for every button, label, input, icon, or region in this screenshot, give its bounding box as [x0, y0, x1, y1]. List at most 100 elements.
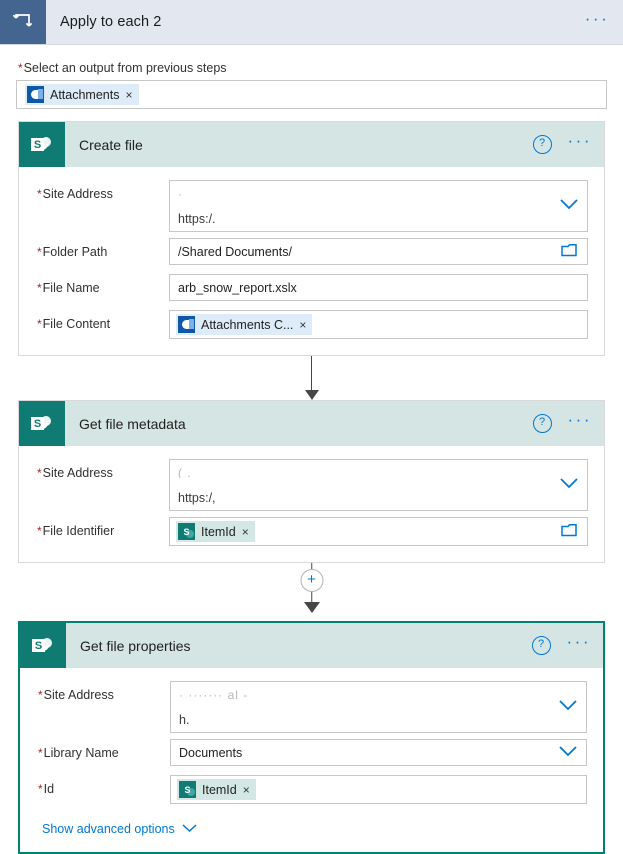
action-card-get-file-metadata[interactable]: S Get file metadata ? ··· *Site Address … [18, 400, 605, 563]
field-row-file-name: *File Name arb_snow_report.xslx [19, 271, 604, 307]
action-card-get-file-properties[interactable]: S Get file properties ? ··· *Site Addres… [18, 621, 605, 854]
add-step-button[interactable]: + [300, 569, 323, 592]
field-value: arb_snow_report.xslx [178, 280, 297, 295]
required-asterisk: * [37, 317, 42, 331]
site-address-dropdown[interactable]: · ······· al - h. [170, 681, 587, 733]
token-remove-button[interactable]: × [242, 784, 256, 796]
field-row-library-name: *Library Name Documents [20, 736, 603, 772]
arrow-head-icon [304, 390, 319, 400]
card-body: *Site Address · https:/. *Folder Path /S… [19, 167, 604, 355]
scope-header[interactable]: Apply to each 2 ··· [0, 0, 623, 45]
field-label-text: Site Address [42, 466, 113, 480]
id-input[interactable]: S ItemId × [170, 775, 587, 804]
card-title: Create file [79, 136, 143, 153]
show-advanced-options-button[interactable]: Show advanced options [42, 822, 197, 836]
field-label: *Library Name [38, 739, 170, 761]
outlook-icon [27, 86, 44, 103]
required-asterisk: * [38, 782, 43, 796]
field-row-id: *Id S ItemId × [20, 772, 603, 808]
select-output-input[interactable]: Attachments × [16, 80, 607, 109]
sharepoint-letter: S [183, 526, 190, 537]
connector-arrow [0, 356, 623, 400]
token-itemid[interactable]: S ItemId × [176, 521, 255, 542]
token-remove-button[interactable]: × [298, 319, 312, 331]
required-asterisk: * [37, 524, 42, 538]
token-label: ItemId [202, 782, 237, 797]
library-name-dropdown[interactable]: Documents [170, 739, 587, 766]
file-name-input[interactable]: arb_snow_report.xslx [169, 274, 588, 301]
field-label: *Site Address [38, 681, 170, 703]
svg-text:S: S [35, 640, 42, 652]
file-identifier-input[interactable]: S ItemId × [169, 517, 588, 546]
card-menu-button[interactable]: ··· [567, 633, 591, 658]
token-itemid[interactable]: S ItemId × [177, 779, 256, 800]
chevron-down-icon[interactable] [560, 478, 578, 492]
folder-picker-icon[interactable] [561, 523, 578, 540]
action-card-create-file[interactable]: S Create file ? ··· *Site Address · http… [18, 121, 605, 356]
scope-title: Apply to each 2 [60, 14, 162, 30]
connector-line [310, 356, 313, 390]
field-label-text: Folder Path [42, 245, 108, 259]
token-remove-button[interactable]: × [241, 526, 255, 538]
card-body: *Site Address · ······· al - h. *Library… [20, 668, 603, 852]
sharepoint-letter: S [184, 784, 191, 795]
field-value: https:/, [178, 491, 216, 505]
folder-path-input[interactable]: /Shared Documents/ [169, 238, 588, 265]
token-attachments[interactable]: Attachments × [25, 84, 139, 105]
field-row-folder-path: *Folder Path /Shared Documents/ [19, 235, 604, 271]
connector-with-add-step: + [0, 563, 623, 621]
sharepoint-icon: S [19, 401, 65, 446]
card-menu-button[interactable]: ··· [568, 411, 592, 436]
sharepoint-icon: S [20, 623, 66, 668]
token-label: Attachments [50, 87, 120, 102]
field-label-text: Site Address [42, 187, 113, 201]
help-icon[interactable]: ? [532, 135, 552, 154]
file-content-input[interactable]: Attachments C... × [169, 310, 588, 339]
chevron-down-icon[interactable] [560, 199, 578, 213]
chevron-down-icon[interactable] [559, 745, 577, 760]
card-actions: ? ··· [532, 122, 604, 167]
required-asterisk: * [37, 187, 42, 201]
required-asterisk: * [38, 746, 43, 760]
chevron-down-icon [182, 822, 197, 836]
redacted-text: · [178, 187, 183, 199]
arrow-head-icon [303, 602, 320, 613]
scope-body: *Select an output from previous steps At… [0, 45, 623, 109]
card-title: Get file metadata [79, 415, 186, 432]
field-row-site-address: *Site Address · https:/. [19, 177, 604, 235]
field-row-file-identifier: *File Identifier S ItemId × [19, 514, 604, 550]
field-label-text: File Identifier [42, 524, 115, 538]
help-icon[interactable]: ? [531, 636, 551, 655]
required-asterisk: * [37, 466, 42, 480]
site-address-dropdown[interactable]: · https:/. [169, 180, 588, 232]
field-label-text: Id [43, 782, 55, 796]
field-row-site-address: *Site Address ( . https:/, [19, 456, 604, 514]
apply-to-each-scope: Apply to each 2 ··· *Select an output fr… [0, 0, 623, 854]
site-address-dropdown[interactable]: ( . https:/, [169, 459, 588, 511]
card-header[interactable]: S Get file metadata ? ··· [19, 401, 604, 446]
token-attachments-content[interactable]: Attachments C... × [176, 314, 313, 335]
svg-text:S: S [34, 139, 41, 151]
card-header[interactable]: S Get file properties ? ··· [20, 623, 603, 668]
field-value: Documents [179, 745, 243, 760]
help-icon[interactable]: ? [532, 414, 552, 433]
scope-field-label-text: Select an output from previous steps [23, 61, 227, 75]
folder-picker-icon[interactable] [561, 243, 578, 260]
card-actions: ? ··· [531, 623, 603, 668]
token-remove-button[interactable]: × [124, 89, 138, 101]
show-advanced-options-label: Show advanced options [42, 822, 175, 836]
svg-text:S: S [34, 418, 41, 430]
field-label: *Id [38, 775, 170, 797]
card-header[interactable]: S Create file ? ··· [19, 122, 604, 167]
scope-menu-button[interactable]: ··· [571, 0, 623, 44]
sharepoint-icon: S [179, 781, 196, 798]
chevron-down-icon[interactable] [559, 700, 577, 714]
card-menu-button[interactable]: ··· [568, 132, 592, 157]
field-label-text: File Content [42, 317, 111, 331]
field-label: *File Content [37, 310, 169, 332]
outlook-icon [178, 316, 195, 333]
redacted-text: ( . [178, 466, 192, 478]
field-value: h. [179, 713, 190, 727]
token-label: Attachments C... [201, 317, 294, 332]
